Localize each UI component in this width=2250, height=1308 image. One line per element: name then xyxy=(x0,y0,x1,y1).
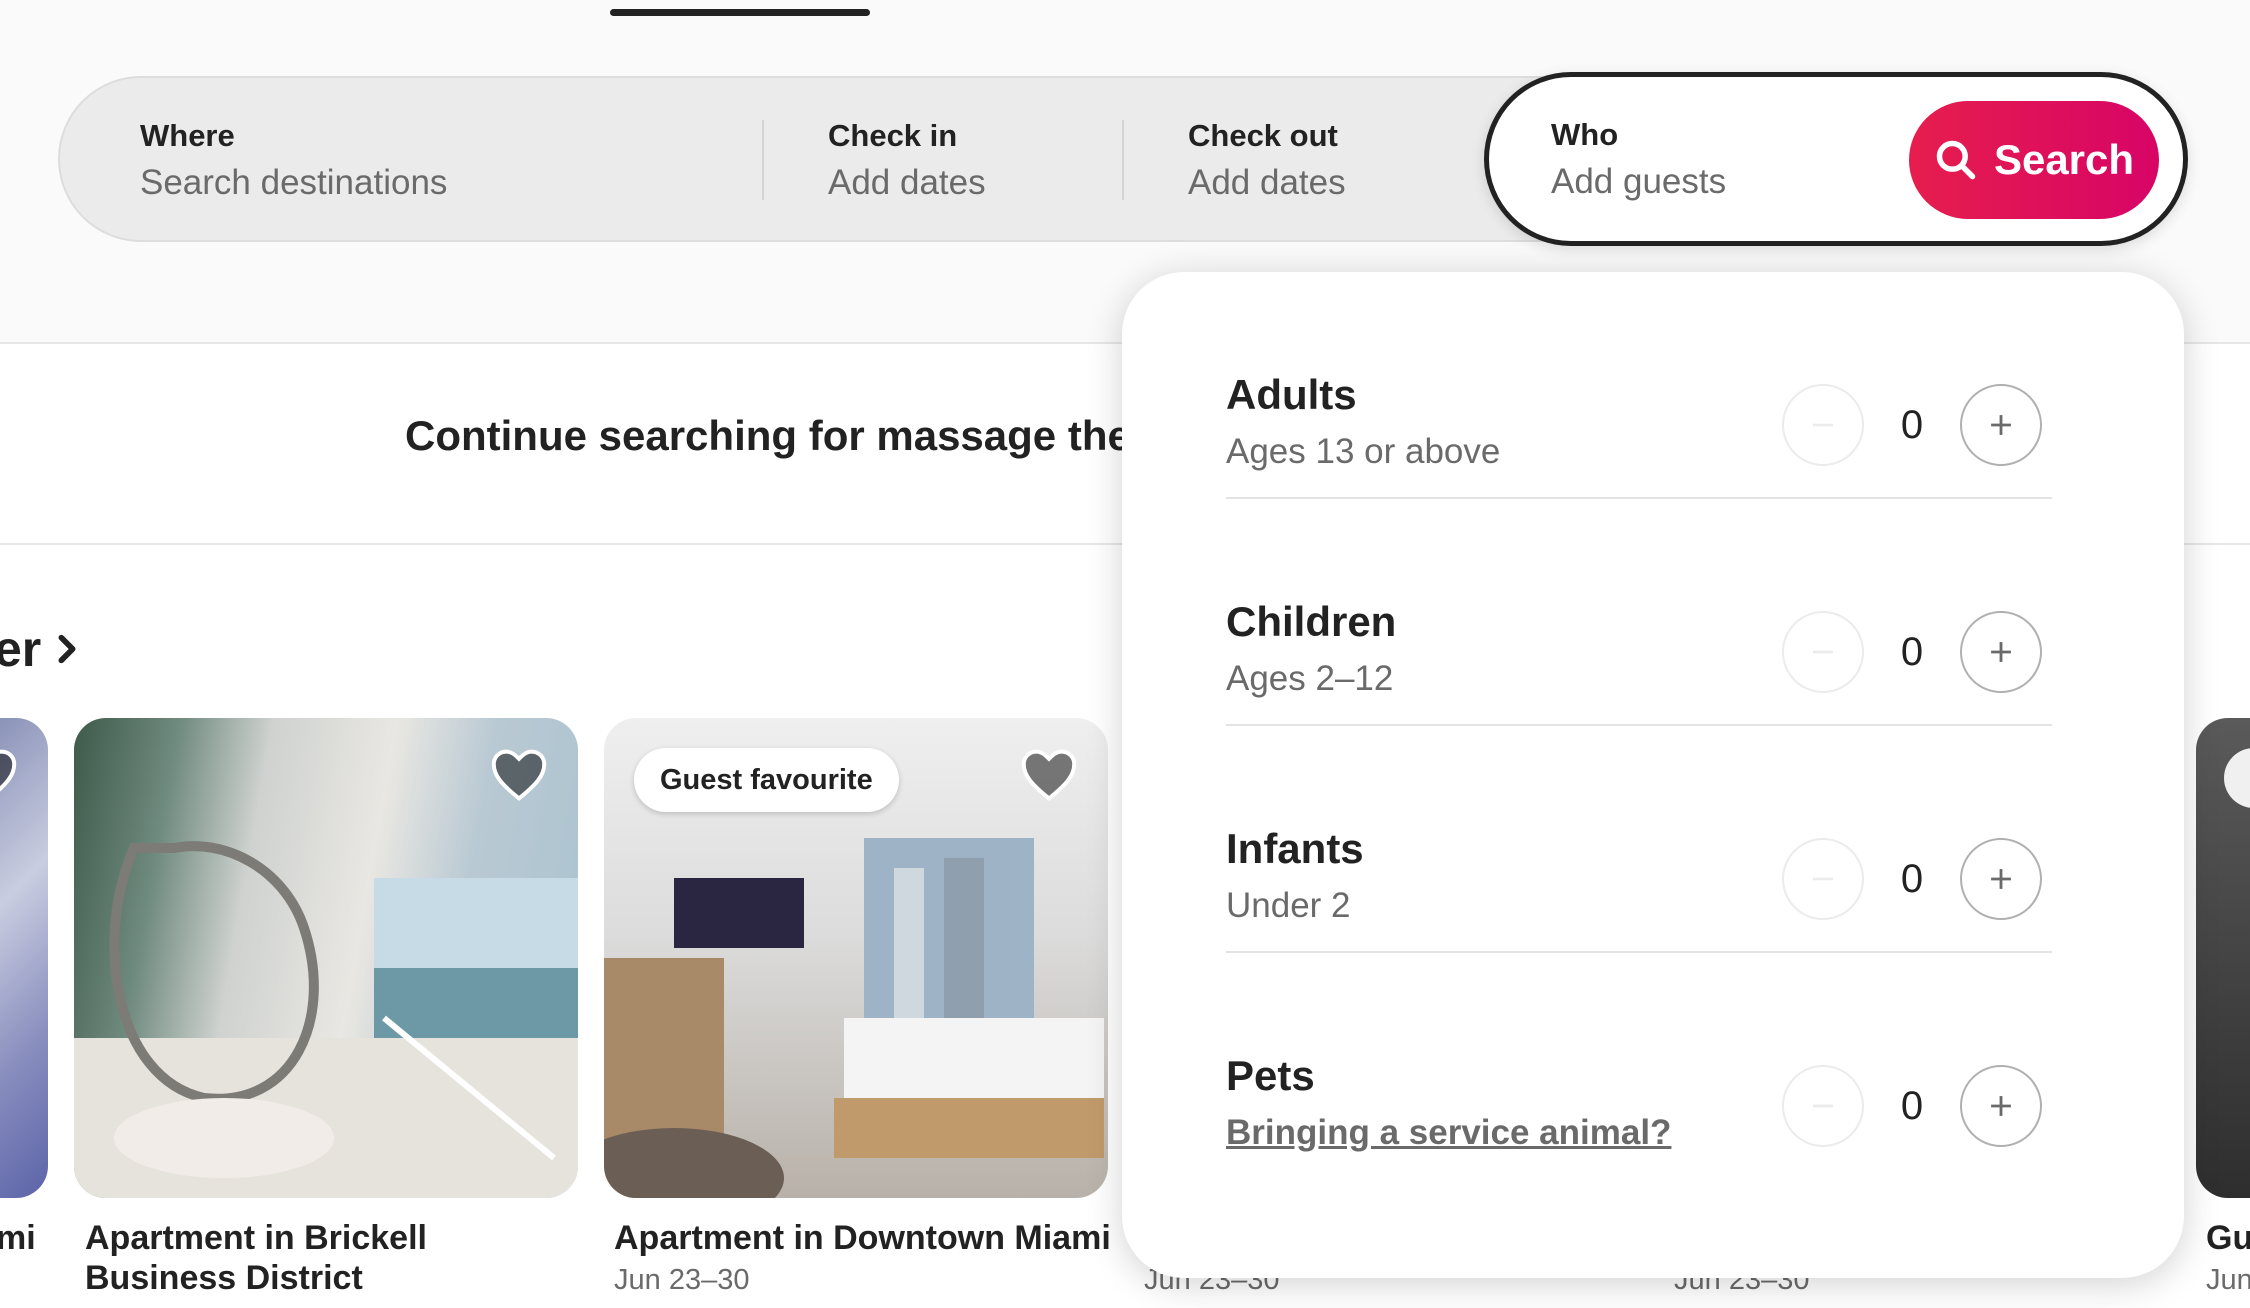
guest-row-adults: Adults Ages 13 or above 0 xyxy=(1226,272,2052,499)
listing-dates: Jun xyxy=(2206,1264,2250,1296)
infants-count: 0 xyxy=(1900,857,1924,901)
where-placeholder: Search destinations xyxy=(140,163,448,202)
minus-icon xyxy=(1813,877,1833,881)
checkin-field[interactable]: Check in Add dates xyxy=(828,116,986,206)
listing-title-line-1[interactable]: Apartment in Brickell xyxy=(85,1218,427,1258)
plus-icon xyxy=(1991,1096,2011,1116)
guest-row-pets: Pets Bringing a service animal? 0 xyxy=(1226,953,2052,1180)
who-value: Add guests xyxy=(1551,162,1727,201)
plus-icon xyxy=(1991,869,2011,889)
active-tab-indicator xyxy=(610,9,870,16)
heart-icon[interactable] xyxy=(490,748,548,802)
plus-icon xyxy=(1991,642,2011,662)
where-label: Where xyxy=(140,118,235,153)
checkout-field[interactable]: Check out Add dates xyxy=(1188,116,1346,206)
pets-count: 0 xyxy=(1900,1084,1924,1128)
decrease-button[interactable] xyxy=(1782,384,1864,466)
plus-icon xyxy=(1991,415,2011,435)
infants-stepper: 0 xyxy=(1782,838,2042,920)
guest-row-label: Children xyxy=(1226,598,1397,645)
increase-button[interactable] xyxy=(1960,1065,2042,1147)
increase-button[interactable] xyxy=(1960,611,2042,693)
heart-icon[interactable] xyxy=(0,748,18,802)
chevron-right-icon xyxy=(58,634,76,664)
listing-photo[interactable] xyxy=(2196,718,2250,1198)
favorite-button[interactable] xyxy=(2224,748,2250,808)
increase-button[interactable] xyxy=(1960,384,2042,466)
guest-row-sub: Ages 2–12 xyxy=(1226,659,1394,698)
children-count: 0 xyxy=(1900,630,1924,674)
listing-dates: Jun 23–30 xyxy=(614,1264,750,1296)
minus-icon xyxy=(1813,650,1833,654)
guest-selector-panel: Adults Ages 13 or above 0 Children Ages … xyxy=(1122,272,2184,1278)
children-stepper: 0 xyxy=(1782,611,2042,693)
listing-title[interactable]: mi xyxy=(0,1218,36,1258)
checkin-label: Check in xyxy=(828,118,958,153)
decrease-button[interactable] xyxy=(1782,838,1864,920)
section-heading[interactable]: er xyxy=(0,620,79,678)
guest-row-sub: Under 2 xyxy=(1226,886,1351,925)
listing-photo[interactable] xyxy=(74,718,578,1198)
who-field[interactable]: Who Add guests Search xyxy=(1484,72,2188,246)
divider xyxy=(1122,120,1124,200)
decrease-button[interactable] xyxy=(1782,1065,1864,1147)
who-text: Who Add guests xyxy=(1551,115,1726,205)
checkout-value: Add dates xyxy=(1188,163,1346,202)
guest-row-infants: Infants Under 2 0 xyxy=(1226,726,2052,953)
divider xyxy=(762,120,764,200)
increase-button[interactable] xyxy=(1960,838,2042,920)
search-button[interactable]: Search xyxy=(1909,101,2159,219)
guest-favourite-badge: Guest favourite xyxy=(634,748,899,812)
guest-row-label: Pets xyxy=(1226,1052,1315,1099)
adults-stepper: 0 xyxy=(1782,384,2042,466)
listing-photo[interactable]: Guest favourite xyxy=(604,718,1108,1198)
decrease-button[interactable] xyxy=(1782,611,1864,693)
guest-row-label: Adults xyxy=(1226,371,1357,418)
listing-title[interactable]: Apartment in Downtown Miami xyxy=(614,1218,1111,1258)
listing-title-line-2[interactable]: Business District xyxy=(85,1258,363,1298)
guest-row-sub: Ages 13 or above xyxy=(1226,432,1501,471)
guest-row-children: Children Ages 2–12 0 xyxy=(1226,499,2052,726)
heart-icon[interactable] xyxy=(1020,748,1078,802)
search-icon xyxy=(1936,140,1976,180)
listing-photo[interactable] xyxy=(0,718,48,1198)
where-field[interactable]: Where Search destinations xyxy=(140,116,447,206)
minus-icon xyxy=(1813,1104,1833,1108)
checkin-value: Add dates xyxy=(828,163,986,202)
minus-icon xyxy=(1813,423,1833,427)
checkout-label: Check out xyxy=(1188,118,1338,153)
pets-stepper: 0 xyxy=(1782,1065,2042,1147)
continue-searching-text[interactable]: Continue searching for massage therap xyxy=(405,412,1196,460)
section-heading-text: er xyxy=(0,621,42,677)
search-button-label: Search xyxy=(1993,136,2135,183)
adults-count: 0 xyxy=(1900,403,1924,447)
service-animal-link[interactable]: Bringing a service animal? xyxy=(1226,1111,1671,1155)
guest-row-label: Infants xyxy=(1226,825,1364,872)
who-label: Who xyxy=(1551,117,1619,152)
listing-title[interactable]: Gu xyxy=(2206,1218,2250,1258)
